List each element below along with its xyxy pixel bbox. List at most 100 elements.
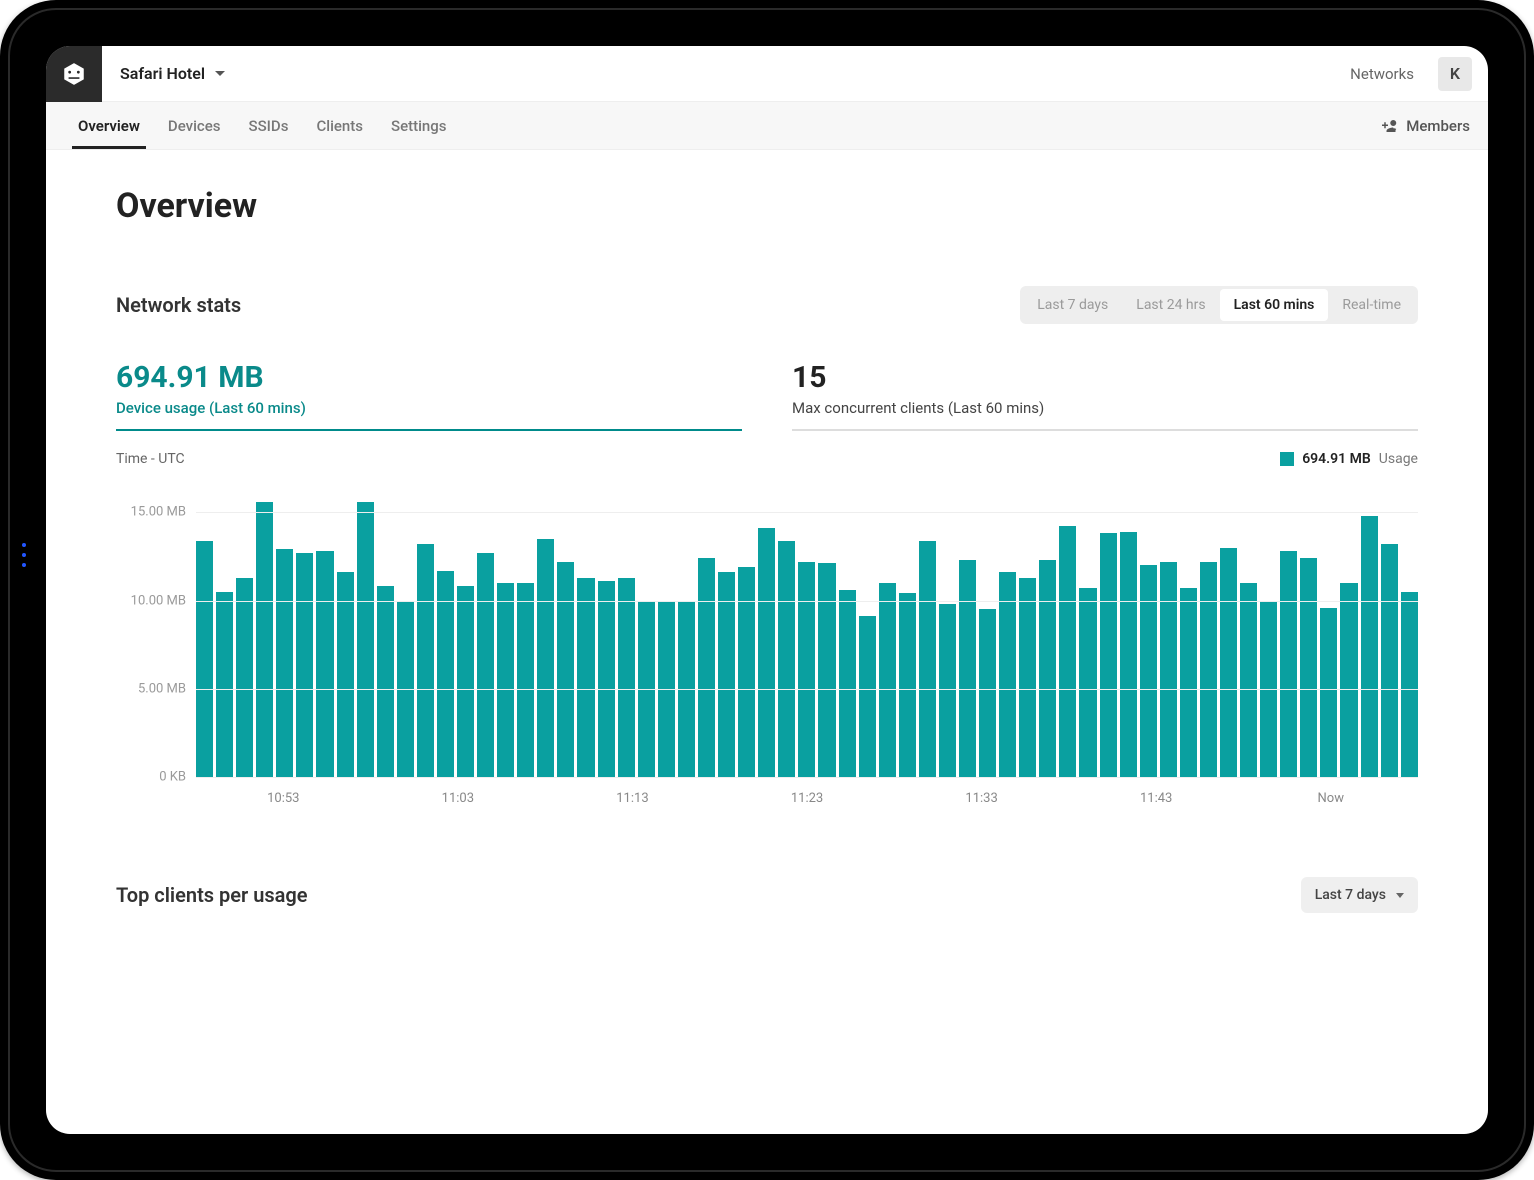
page-title: Overview [116, 186, 1418, 226]
y-tick-label: 5.00 MB [116, 681, 186, 696]
chart-bar [1100, 533, 1117, 777]
chart-bar [598, 581, 615, 777]
gridline [196, 601, 1418, 602]
chart-bar [839, 590, 856, 777]
y-tick-label: 15.00 MB [116, 505, 186, 520]
chevron-down-icon [215, 71, 225, 76]
chart-bar [718, 572, 735, 777]
chart-bar [256, 502, 273, 777]
kpi-label: Max concurrent clients (Last 60 mins) [792, 399, 1418, 417]
chart-bar [357, 502, 374, 777]
y-tick-label: 0 KB [116, 770, 186, 785]
kpi-card[interactable]: 694.91 MBDevice usage (Last 60 mins) [116, 360, 742, 431]
chart-bar [778, 541, 795, 777]
chart-bar [1220, 548, 1237, 777]
tab-devices[interactable]: Devices [154, 102, 235, 149]
chart-bar [1361, 516, 1378, 777]
gridline [196, 512, 1418, 513]
tab-ssids[interactable]: SSIDs [235, 102, 303, 149]
kpi-card[interactable]: 15 Max concurrent clients (Last 60 mins) [792, 360, 1418, 431]
top-clients-header: Top clients per usage Last 7 days [116, 877, 1418, 913]
chart-bar [1381, 544, 1398, 777]
chart-bar [698, 558, 715, 777]
chart-meta-row: Time - UTC 694.91 MB Usage [116, 451, 1418, 467]
x-tick-label: 11:33 [894, 791, 1069, 807]
kpi-row: 694.91 MBDevice usage (Last 60 mins) 15 Ma… [116, 360, 1418, 431]
chart-bar [979, 609, 996, 777]
kpi-label: Device usage (Last 60 mins) [116, 399, 742, 417]
chart-bar [196, 541, 213, 777]
chart-bar [236, 578, 253, 777]
chart-bar [457, 586, 474, 777]
chart-bar [1200, 562, 1217, 777]
chart-bar [1401, 592, 1418, 777]
chart-bar [798, 562, 815, 777]
chart-bar [738, 567, 755, 777]
chart-bar [276, 549, 293, 777]
top-clients-range-dropdown[interactable]: Last 7 days [1301, 877, 1418, 913]
chart-legend: 694.91 MB Usage [1280, 451, 1418, 467]
tablet-frame: Safari Hotel Networks K OverviewDevicesS… [0, 0, 1534, 1180]
chart-bar [919, 541, 936, 777]
range-pill[interactable]: Last 7 days [1023, 289, 1122, 321]
chart-bar [618, 578, 635, 777]
range-pill[interactable]: Last 24 hrs [1122, 289, 1219, 321]
chart-bar [477, 553, 494, 777]
chart-bar [377, 586, 394, 777]
chart-bar [1180, 588, 1197, 777]
legend-value: 694.91 MB [1302, 451, 1371, 467]
chart-bar [1340, 583, 1357, 777]
location-selector[interactable]: Safari Hotel [102, 64, 243, 83]
chevron-down-icon [1396, 893, 1404, 898]
page-content: Overview Network stats Last 7 daysLast 2… [46, 150, 1488, 1134]
logo-icon [61, 61, 87, 87]
gridline [196, 689, 1418, 690]
members-button[interactable]: Members [1382, 117, 1470, 135]
gridline [196, 777, 1418, 778]
chart-bar [959, 560, 976, 777]
tablet-side-indicators [22, 543, 26, 567]
nav-tabs: OverviewDevicesSSIDsClientsSettings Memb… [46, 102, 1488, 150]
chart-bar [879, 583, 896, 777]
chart-bar [999, 572, 1016, 777]
chart-bar [1140, 565, 1157, 777]
range-pill[interactable]: Last 60 mins [1220, 289, 1329, 321]
networks-link[interactable]: Networks [1336, 57, 1428, 91]
range-pill[interactable]: Real-time [1328, 289, 1415, 321]
chart-bar [818, 563, 835, 777]
stats-heading: Network stats [116, 293, 241, 317]
stats-header: Network stats Last 7 daysLast 24 hrsLast… [116, 286, 1418, 324]
x-tick-label: Now [1243, 791, 1418, 807]
chart-bar [557, 562, 574, 777]
user-avatar[interactable]: K [1438, 57, 1472, 91]
x-tick-label: 11:03 [371, 791, 546, 807]
kpi-value: 15 [792, 360, 1418, 395]
chart-bar [1079, 588, 1096, 777]
chart-bar [758, 528, 775, 777]
app-logo[interactable] [46, 46, 102, 102]
legend-label: Usage [1379, 451, 1418, 467]
usage-chart: 10:5311:0311:1311:2311:3311:43Now 0 KB5.… [196, 477, 1418, 807]
chart-bar [417, 544, 434, 777]
tab-clients[interactable]: Clients [302, 102, 377, 149]
legend-swatch [1280, 452, 1294, 466]
x-tick-label: 11:13 [545, 791, 720, 807]
chart-bar [1120, 532, 1137, 777]
chart-bar [517, 583, 534, 777]
x-tick-label: 11:23 [720, 791, 895, 807]
chart-bar [1160, 562, 1177, 777]
chart-bar [899, 593, 916, 777]
add-member-icon [1382, 117, 1400, 135]
chart-bar [1300, 558, 1317, 777]
tab-settings[interactable]: Settings [377, 102, 461, 149]
top-clients-heading: Top clients per usage [116, 883, 308, 907]
app-screen: Safari Hotel Networks K OverviewDevicesS… [46, 46, 1488, 1134]
chart-bar [316, 551, 333, 777]
x-tick-label: 11:43 [1069, 791, 1244, 807]
chart-bar [1280, 551, 1297, 777]
tab-overview[interactable]: Overview [64, 102, 154, 149]
top-bar: Safari Hotel Networks K [46, 46, 1488, 102]
chart-bar [577, 578, 594, 777]
chart-bar [1039, 560, 1056, 777]
chart-bar [1240, 583, 1257, 777]
